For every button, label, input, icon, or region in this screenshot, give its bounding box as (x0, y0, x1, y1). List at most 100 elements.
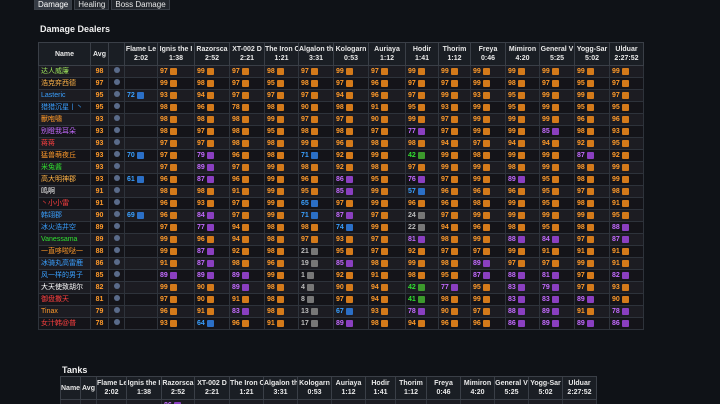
column-header-boss[interactable]: XT-002 D 2:21 (194, 376, 230, 400)
column-header-avg[interactable]: Avg (80, 376, 97, 400)
score-cell[interactable]: 99 (264, 173, 299, 186)
score-cell[interactable]: 98 (264, 305, 299, 318)
score-cell[interactable] (494, 399, 529, 404)
score-cell[interactable]: 95 (539, 173, 575, 186)
score-cell[interactable]: 98 (298, 125, 334, 138)
player-name[interactable]: 御盘撒天 (38, 293, 91, 306)
score-cell[interactable]: 64 (194, 317, 230, 330)
column-header-boss[interactable]: XT-002 D 2:21 (229, 42, 265, 66)
column-header-boss[interactable]: Hodir 1:41 (365, 376, 396, 400)
score-cell[interactable]: 98 (157, 185, 195, 198)
score-cell[interactable]: 95 (505, 101, 540, 114)
score-cell[interactable]: 84 (194, 209, 230, 222)
score-cell[interactable]: 99 (438, 89, 471, 102)
player-row[interactable]: Tinax 79 96 91 83 98 13 67 93 78 90 97 88 89 91 78 (38, 305, 644, 318)
score-cell[interactable]: 96 (157, 197, 195, 210)
score-cell[interactable]: 96 (438, 185, 471, 198)
column-header-boss[interactable]: Razorsca 2:52 (161, 376, 195, 400)
score-cell[interactable]: 98 (298, 221, 334, 234)
score-cell[interactable]: 93 (438, 101, 471, 114)
score-cell[interactable]: 99 (609, 65, 644, 78)
score-cell[interactable]: 93 (609, 125, 644, 138)
column-header-boss[interactable]: Algalon th 3:31 (263, 376, 298, 400)
score-cell[interactable]: 96 (368, 89, 406, 102)
score-cell[interactable]: 97 (229, 197, 265, 210)
score-cell[interactable]: 91 (609, 197, 644, 210)
score-cell[interactable]: 95 (333, 245, 369, 258)
column-header-boss[interactable]: Auriaya 1:12 (368, 42, 406, 66)
tab-healing[interactable]: Healing (74, 0, 110, 10)
score-cell[interactable]: 99 (574, 65, 610, 78)
player-name[interactable]: 鸣啊 (38, 185, 91, 198)
player-name[interactable]: 冰火浩井空 (38, 221, 91, 234)
score-cell[interactable]: 99 (264, 209, 299, 222)
score-cell[interactable]: 98 (298, 161, 334, 174)
score-cell[interactable]: 97 (574, 269, 610, 282)
score-cell[interactable]: 99 (405, 113, 439, 126)
column-header-boss[interactable]: Kologarn 0:53 (333, 42, 369, 66)
score-cell[interactable]: 97 (229, 209, 265, 222)
column-header-boss[interactable]: General V 5:25 (494, 376, 529, 400)
score-cell[interactable]: 87 (470, 269, 506, 282)
score-cell[interactable]: 99 (505, 125, 540, 138)
score-cell[interactable]: 89 (194, 161, 230, 174)
score-cell[interactable]: 71 (298, 209, 334, 222)
column-header-name[interactable]: Name (38, 42, 91, 66)
score-cell[interactable]: 89 (574, 293, 610, 306)
score-cell[interactable] (331, 399, 366, 404)
score-cell[interactable]: 92 (405, 245, 439, 258)
score-cell[interactable]: 95 (470, 281, 506, 294)
player-name[interactable]: 达人威廉 (38, 65, 91, 78)
score-cell[interactable]: 99 (438, 65, 471, 78)
score-cell[interactable]: 83 (229, 305, 265, 318)
score-cell[interactable]: 91 (609, 257, 644, 270)
score-cell[interactable]: 87 (333, 209, 369, 222)
score-cell[interactable]: 97 (157, 149, 195, 162)
score-cell[interactable]: 97 (574, 281, 610, 294)
score-cell[interactable] (460, 399, 495, 404)
score-cell[interactable]: 95 (264, 125, 299, 138)
player-name[interactable]: 丶小小雷 (38, 197, 91, 210)
score-cell[interactable]: 99 (157, 233, 195, 246)
score-cell[interactable]: 99 (194, 65, 230, 78)
score-cell[interactable]: 97 (333, 113, 369, 126)
score-cell[interactable]: 98 (264, 221, 299, 234)
score-cell[interactable]: 8 (298, 293, 334, 306)
score-cell[interactable]: 93 (368, 305, 406, 318)
score-cell[interactable]: 99 (539, 161, 575, 174)
score-cell[interactable]: 98 (405, 269, 439, 282)
score-cell[interactable]: 41 (405, 293, 439, 306)
score-cell[interactable]: 87 (194, 257, 230, 270)
score-cell[interactable]: 98 (229, 137, 265, 150)
score-cell[interactable] (124, 197, 158, 210)
score-cell[interactable]: 99 (264, 185, 299, 198)
score-cell[interactable]: 89 (505, 173, 540, 186)
player-row[interactable]: 獸咆嘯 93 98 98 98 99 97 97 90 99 97 99 99 99 96 96 (38, 113, 644, 126)
player-row[interactable]: 冰火浩井空 89 97 77 94 98 98 74 99 22 94 96 98 95 98 88 (38, 221, 644, 234)
score-cell[interactable]: 99 (157, 77, 195, 90)
score-cell[interactable]: 99 (539, 101, 575, 114)
score-cell[interactable]: 96 (470, 221, 506, 234)
score-cell[interactable]: 99 (264, 113, 299, 126)
score-cell[interactable]: 98 (438, 233, 471, 246)
score-cell[interactable]: 97 (194, 125, 230, 138)
score-cell[interactable]: 92 (609, 149, 644, 162)
score-cell[interactable]: 97 (157, 221, 195, 234)
player-name[interactable]: 高大明神郡 (38, 173, 91, 186)
score-cell[interactable]: 95 (264, 77, 299, 90)
score-cell[interactable]: 77 (405, 125, 439, 138)
score-cell[interactable]: 99 (470, 293, 506, 306)
score-cell[interactable] (194, 399, 230, 404)
score-cell[interactable]: 98 (229, 257, 265, 270)
score-cell[interactable]: 94 (368, 293, 406, 306)
score-cell[interactable]: 91 (368, 101, 406, 114)
score-cell[interactable] (124, 65, 158, 78)
score-cell[interactable]: 95 (574, 77, 610, 90)
score-cell[interactable]: 95 (298, 185, 334, 198)
column-header-boss[interactable]: Auriaya 1:12 (331, 376, 366, 400)
score-cell[interactable]: 98 (574, 197, 610, 210)
score-cell[interactable]: 98 (368, 257, 406, 270)
score-cell[interactable]: 61 (124, 173, 158, 186)
score-cell[interactable]: 97 (368, 209, 406, 222)
score-cell[interactable] (124, 257, 158, 270)
